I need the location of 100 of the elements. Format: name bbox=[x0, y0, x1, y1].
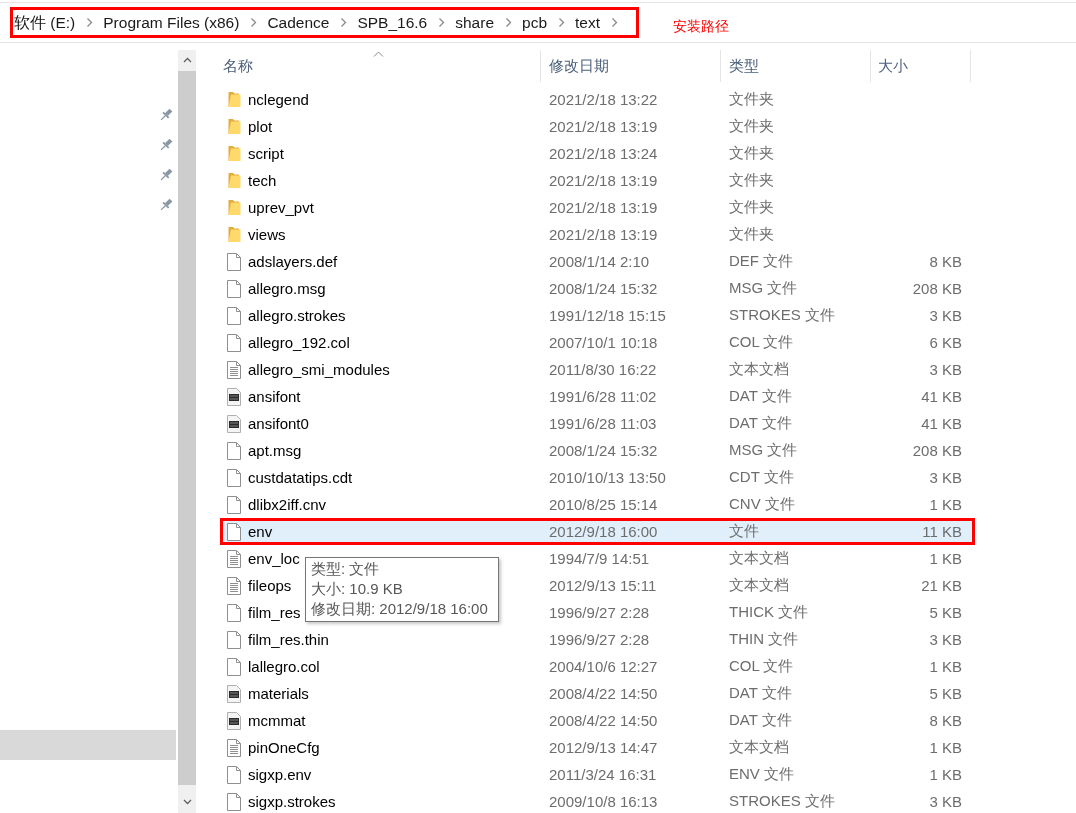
file-type: MSG 文件 bbox=[729, 279, 798, 298]
chevron-right-icon[interactable] bbox=[340, 17, 348, 28]
file-name[interactable]: plot bbox=[248, 118, 273, 135]
file-name[interactable]: tech bbox=[248, 172, 277, 189]
modified-date: 2008/4/22 14:50 bbox=[549, 712, 658, 729]
file-name[interactable]: film_res bbox=[248, 604, 301, 621]
file-row[interactable]: env 2012/9/18 16:00 文件 11 KB bbox=[220, 518, 975, 545]
folder-icon bbox=[228, 91, 241, 108]
column-header[interactable]: 大小 bbox=[871, 50, 971, 82]
file-type: DEF 文件 bbox=[729, 252, 794, 271]
file-size: 8 KB bbox=[929, 253, 962, 270]
file-name[interactable]: dlibx2iff.cnv bbox=[248, 496, 327, 513]
file-name[interactable]: apt.msg bbox=[248, 442, 302, 459]
file-type: ENV 文件 bbox=[729, 765, 794, 784]
modified-date: 2021/2/18 13:19 bbox=[549, 199, 658, 216]
chevron-right-icon[interactable] bbox=[438, 17, 446, 28]
file-type: 文件夹 bbox=[729, 144, 774, 163]
modified-date: 2010/10/13 13:50 bbox=[549, 469, 666, 486]
file-name[interactable]: allegro.strokes bbox=[248, 307, 346, 324]
file-name[interactable]: script bbox=[248, 145, 284, 162]
document-icon bbox=[227, 657, 241, 676]
file-size: 1 KB bbox=[929, 496, 962, 513]
file-name[interactable]: allegro.msg bbox=[248, 280, 326, 297]
tooltip-line: 类型: 文件 bbox=[311, 559, 381, 579]
modified-date: 2021/2/18 13:19 bbox=[549, 118, 658, 135]
document-icon bbox=[227, 468, 241, 487]
file-name[interactable]: nclegend bbox=[248, 91, 309, 108]
file-name[interactable]: ansifont bbox=[248, 388, 301, 405]
file-name[interactable]: uprev_pvt bbox=[248, 199, 314, 216]
file-name[interactable]: mcmmat bbox=[248, 712, 306, 729]
file-name[interactable]: allegro_192.col bbox=[248, 334, 350, 351]
file-size: 41 KB bbox=[921, 415, 962, 432]
file-type: 文本文档 bbox=[729, 738, 789, 757]
modified-date: 2008/1/24 15:32 bbox=[549, 280, 658, 297]
file-size: 5 KB bbox=[929, 604, 962, 621]
file-size: 1 KB bbox=[929, 550, 962, 567]
file-size: 208 KB bbox=[912, 442, 962, 459]
column-header[interactable]: 类型 bbox=[721, 50, 871, 82]
file-size: 6 KB bbox=[929, 334, 962, 351]
pin-icon[interactable] bbox=[159, 108, 173, 122]
file-type: 文件夹 bbox=[729, 225, 774, 244]
file-name[interactable]: pinOneCfg bbox=[248, 739, 320, 756]
chevron-right-icon[interactable] bbox=[505, 17, 512, 28]
file-name[interactable]: views bbox=[248, 226, 286, 243]
chevron-up-icon bbox=[182, 57, 192, 63]
modified-date: 1991/6/28 11:03 bbox=[549, 415, 657, 432]
file-size: 41 KB bbox=[921, 388, 962, 405]
file-name[interactable]: custdatatips.cdt bbox=[248, 469, 353, 486]
breadcrumb-item[interactable]: text bbox=[575, 12, 600, 33]
file-name[interactable]: fileops bbox=[248, 577, 292, 594]
file-name[interactable]: allegro_smi_modules bbox=[248, 361, 390, 378]
breadcrumb-item[interactable]: pcb bbox=[522, 12, 547, 33]
folder-icon bbox=[228, 118, 241, 135]
file-name[interactable]: lallegro.col bbox=[248, 658, 320, 675]
modified-date: 2008/1/14 2:10 bbox=[549, 253, 650, 270]
column-header[interactable]: 修改日期 bbox=[541, 50, 721, 82]
file-type: 文本文档 bbox=[729, 360, 789, 379]
text-document-icon bbox=[227, 738, 241, 757]
pin-icon[interactable] bbox=[159, 168, 173, 182]
chevron-right-icon[interactable] bbox=[86, 17, 94, 28]
file-name[interactable]: film_res.thin bbox=[248, 631, 329, 648]
column-header[interactable]: 名称 bbox=[220, 50, 541, 82]
modified-date: 2012/9/13 14:47 bbox=[549, 739, 658, 756]
modified-date: 2011/3/24 16:31 bbox=[549, 766, 657, 783]
document-icon bbox=[227, 306, 241, 325]
file-size: 3 KB bbox=[929, 307, 962, 324]
modified-date: 2009/10/8 16:13 bbox=[549, 793, 658, 810]
text-document-icon bbox=[227, 360, 241, 379]
chevron-right-icon[interactable] bbox=[558, 17, 565, 28]
breadcrumb-item[interactable]: SPB_16.6 bbox=[357, 12, 428, 33]
tooltip-line: 大小: 10.9 KB bbox=[311, 579, 404, 599]
file-size: 3 KB bbox=[929, 631, 962, 648]
file-name[interactable]: env bbox=[248, 523, 273, 540]
breadcrumb-item[interactable]: Program Files (x86) bbox=[103, 12, 240, 33]
breadcrumb-item[interactable]: share bbox=[455, 12, 494, 33]
pin-icon[interactable] bbox=[159, 138, 173, 152]
file-size: 3 KB bbox=[929, 793, 962, 810]
file-name[interactable]: sigxp.env bbox=[248, 766, 312, 783]
file-type: 文件夹 bbox=[729, 171, 774, 190]
file-type: 文件夹 bbox=[729, 117, 774, 136]
file-name[interactable]: materials bbox=[248, 685, 309, 702]
file-name[interactable]: sigxp.strokes bbox=[248, 793, 336, 810]
file-size: 1 KB bbox=[929, 766, 962, 783]
file-name[interactable]: ansifont0 bbox=[248, 415, 309, 432]
chevron-right-icon[interactable] bbox=[250, 17, 258, 28]
file-type: 文件夹 bbox=[729, 90, 774, 109]
document-band-icon bbox=[227, 414, 241, 433]
breadcrumb-item[interactable]: Cadence bbox=[267, 12, 330, 33]
file-name[interactable]: env_loc bbox=[248, 550, 300, 567]
file-size: 11 KB bbox=[922, 523, 962, 540]
file-size: 3 KB bbox=[929, 469, 962, 486]
file-size: 5 KB bbox=[929, 685, 962, 702]
pin-icon[interactable] bbox=[159, 198, 173, 212]
breadcrumb-item[interactable]: 软件 (E:) bbox=[14, 12, 76, 33]
file-size: 1 KB bbox=[929, 739, 962, 756]
chevron-right-icon[interactable] bbox=[611, 17, 618, 28]
document-icon bbox=[227, 522, 241, 541]
file-name[interactable]: adslayers.def bbox=[248, 253, 338, 270]
file-type: DAT 文件 bbox=[729, 414, 792, 433]
modified-date: 1996/9/27 2:28 bbox=[549, 604, 650, 621]
